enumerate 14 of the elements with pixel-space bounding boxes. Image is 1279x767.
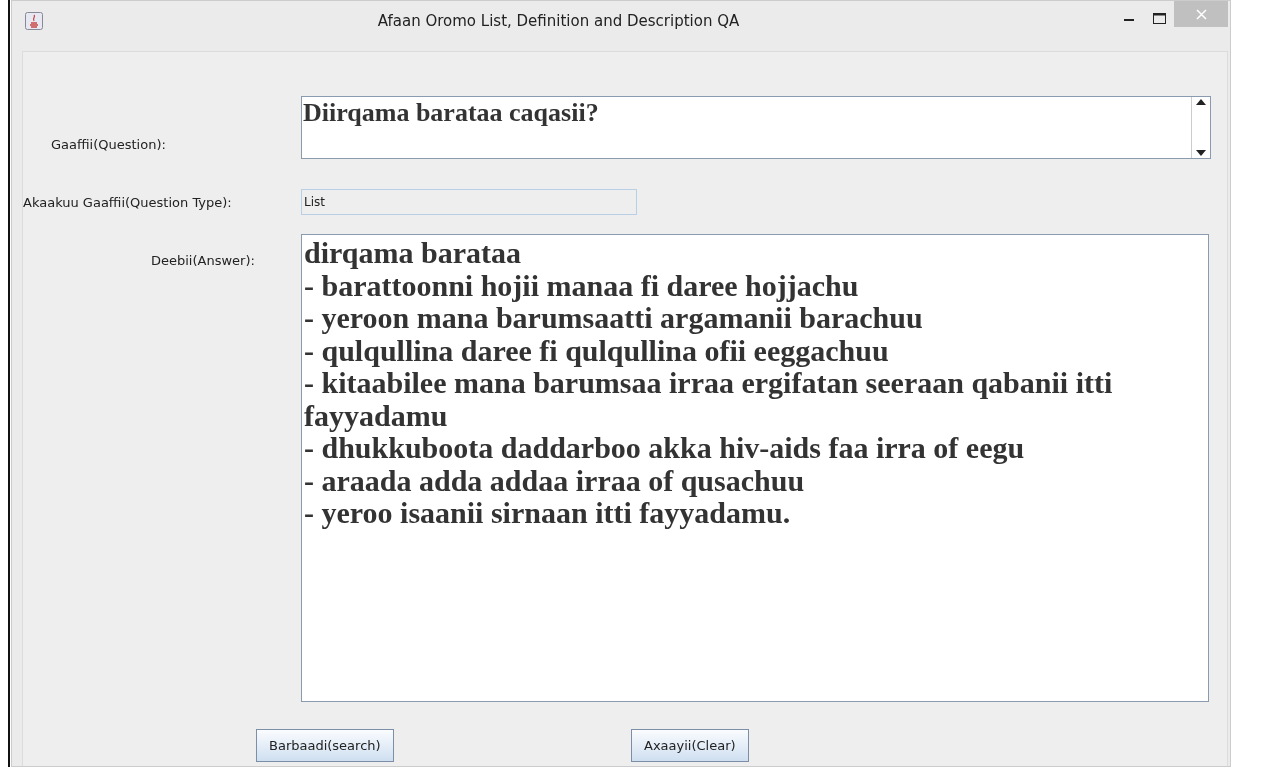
clear-button[interactable]: Axaayii(Clear) [631, 729, 749, 762]
question-field[interactable]: Diirqama barataa caqasii? [301, 96, 1211, 159]
question-type-label: Akaakuu Gaaffii(Question Type): [23, 195, 232, 210]
close-icon [1195, 8, 1207, 20]
scroll-up-icon[interactable] [1196, 99, 1206, 105]
answer-label: Deebii(Answer): [151, 253, 255, 268]
search-button[interactable]: Barbaadi(search) [256, 729, 394, 762]
maximize-icon [1152, 12, 1166, 24]
answer-area[interactable]: dirqama barataa - barattoonni hojii manaa fi daree hojjachu - yeroon mana barumsaatti argamanii barachuu - qulqullina daree fi qulqullina ofii eeggachuu - kitaabilee mana barumsaa irraa ergifatan seeraan qabanii itti fayyadamu - dhukkuboota daddarboo akka hiv-aids faa irra of eegu - araada adda addaa irraa of qusachuu - yeroo isaanii sirnaan itti fayyadamu. [301, 234, 1209, 702]
question-type-field[interactable]: List [301, 189, 637, 215]
window-title: Afaan Oromo List, Definition and Description QA [377, 12, 740, 30]
app-icon [25, 12, 43, 30]
scroll-down-icon[interactable] [1196, 150, 1206, 156]
question-label: Gaaffii(Question): [51, 137, 166, 152]
